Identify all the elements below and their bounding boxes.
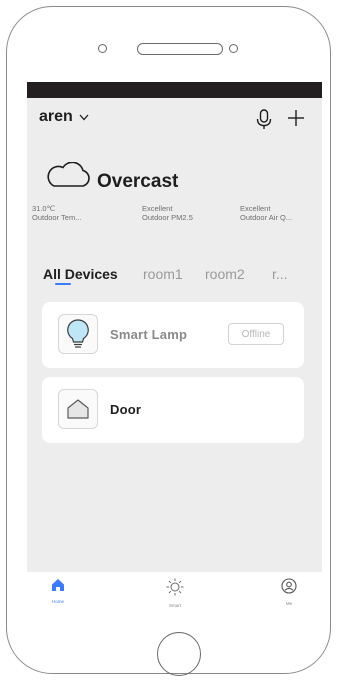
- tabbar-item-smart[interactable]: Smart: [155, 578, 195, 608]
- chevron-down-icon: [79, 114, 89, 121]
- add-icon[interactable]: [286, 108, 306, 133]
- house-icon: [58, 389, 98, 429]
- device-card-door[interactable]: Door: [42, 377, 304, 443]
- stat-value: Excellent: [240, 204, 271, 213]
- device-name: Smart Lamp: [110, 327, 188, 342]
- tabbar-label: Me: [285, 601, 293, 606]
- stat-label: Outdoor Air Q...: [240, 213, 293, 222]
- tab-all-devices[interactable]: All Devices: [43, 266, 118, 282]
- tabbar-label: Smart: [168, 603, 181, 608]
- camera-dot: [98, 44, 107, 53]
- sensor-dot: [229, 44, 238, 53]
- stat-value: 31.0℃: [32, 204, 56, 213]
- stat-temperature: 31.0℃ Outdoor Tem...: [32, 204, 81, 222]
- active-tab-indicator: [55, 283, 71, 285]
- home-name: aren: [39, 108, 73, 125]
- tabbar-item-me[interactable]: Me: [269, 578, 309, 606]
- stat-label: Outdoor Tem...: [32, 213, 82, 222]
- device-name: Door: [110, 402, 142, 417]
- stat-pm25: Excellent Outdoor PM2.5: [142, 204, 193, 222]
- microphone-icon[interactable]: [256, 109, 272, 136]
- bottom-tab-bar: Home Smart Me: [27, 572, 322, 615]
- weather-condition: Overcast: [97, 171, 179, 192]
- stat-label: Outdoor PM2.5: [142, 213, 193, 222]
- tabbar-label: Home: [51, 599, 64, 604]
- speaker-grille: [137, 43, 223, 55]
- cloud-icon: [43, 161, 93, 193]
- home-icon: [51, 578, 65, 597]
- hardware-home-button[interactable]: [157, 632, 201, 676]
- status-bar: [27, 82, 322, 98]
- tab-room2[interactable]: room2: [205, 266, 245, 282]
- sun-icon: [166, 578, 184, 601]
- lightbulb-icon: [58, 314, 98, 354]
- device-card-smart-lamp[interactable]: Smart Lamp Offline: [42, 302, 304, 368]
- tab-room1[interactable]: room1: [143, 266, 183, 282]
- stat-value: Excellent: [142, 204, 173, 213]
- app-screen: aren Overcast 31.0℃ Outdoor Tem... Excel…: [27, 82, 322, 615]
- offline-badge: Offline: [228, 323, 284, 345]
- stat-air-quality: Excellent Outdoor Air Q...: [240, 204, 292, 222]
- tabbar-item-home[interactable]: Home: [38, 578, 78, 604]
- tab-more-rooms[interactable]: r...: [272, 266, 288, 282]
- profile-icon: [281, 578, 297, 599]
- home-selector[interactable]: aren: [39, 108, 89, 126]
